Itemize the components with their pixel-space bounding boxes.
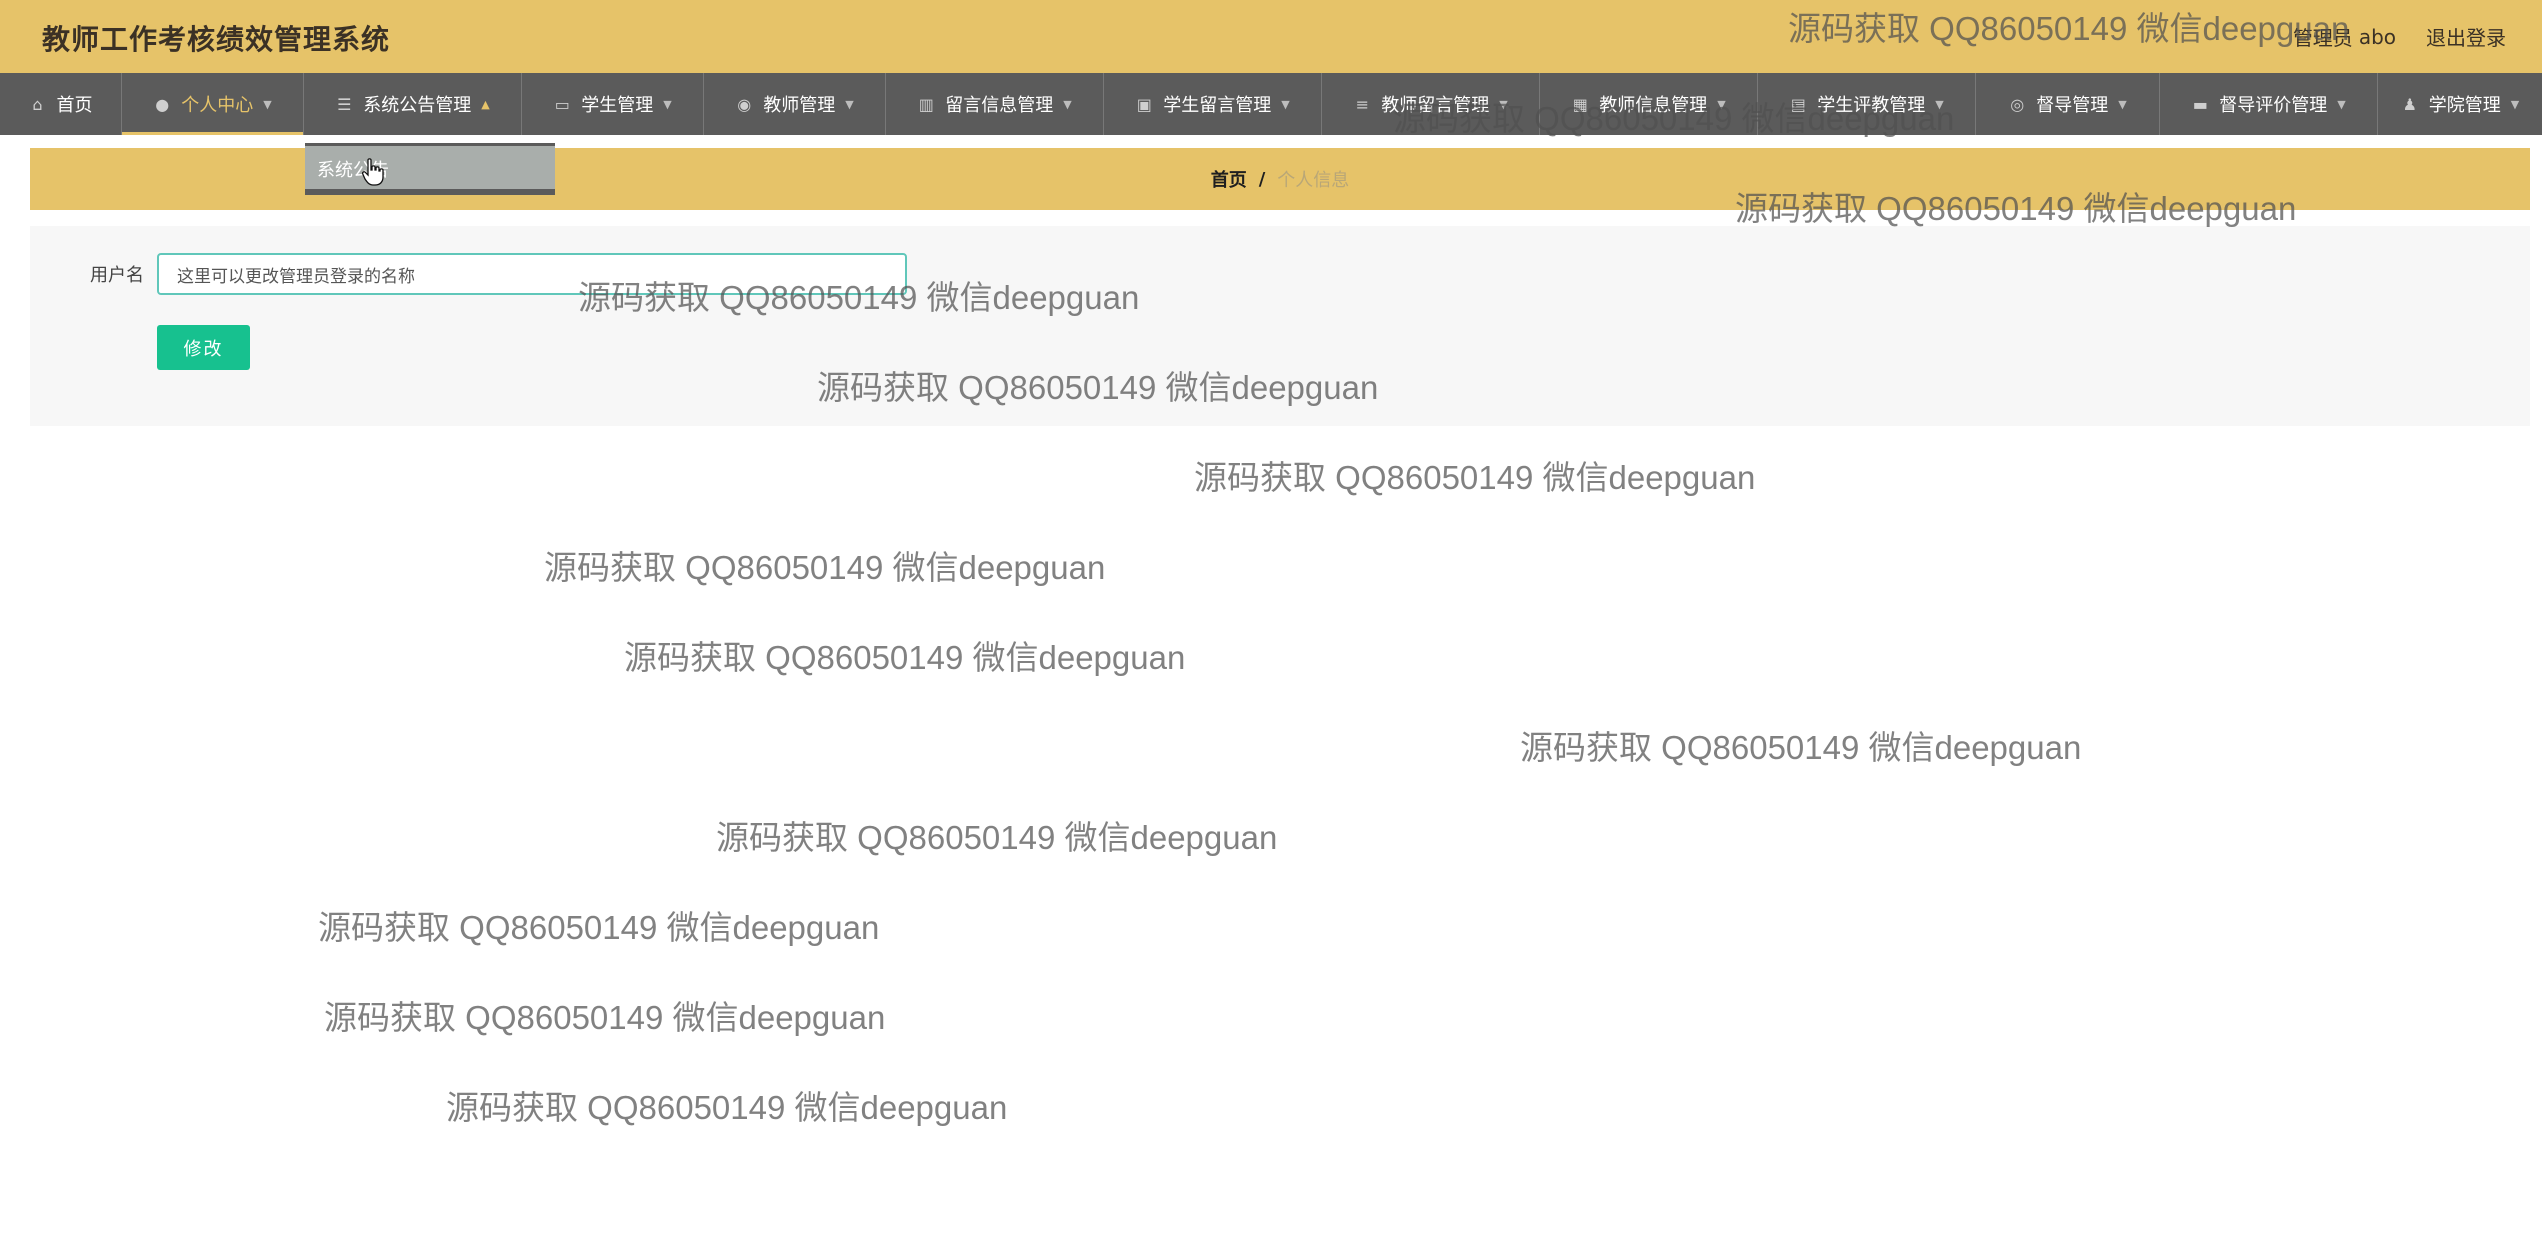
username-label: 用户名 — [90, 265, 144, 286]
watermark-text: 源码获取 QQ86050149 微信deepguan — [716, 819, 1278, 856]
nav-item-label: 教师信息管理 — [1599, 95, 1708, 116]
chevron-down-icon: ▼ — [1717, 97, 1726, 111]
nav-item-student-management[interactable]: ▭ 学生管理 ▼ — [522, 73, 704, 135]
list-icon: ≡ — [1355, 94, 1369, 114]
username: abo — [2358, 24, 2396, 49]
main-nav: ⌂ 首页 ● 个人中心 ▼ ☰ 系统公告管理 ▲ ▭ 学生管理 ▼ ◉ 教师管理… — [0, 73, 2542, 135]
nav-item-college-management[interactable]: ♟ 学院管理 ▼ — [2378, 73, 2542, 135]
username-input[interactable] — [157, 253, 907, 295]
nav-item-label: 学生留言管理 — [1163, 95, 1272, 116]
app-title: 教师工作考核绩效管理系统 — [42, 23, 391, 56]
chat-icon: ▭ — [554, 94, 570, 114]
watermark-text: 源码获取 QQ86050149 微信deepguan — [446, 1089, 1008, 1126]
chevron-down-icon: ▼ — [663, 97, 672, 111]
nav-item-label: 留言信息管理 — [945, 95, 1054, 116]
home-icon: ⌂ — [32, 94, 43, 114]
chevron-down-icon: ▼ — [1499, 97, 1508, 111]
chevron-down-icon: ▼ — [263, 97, 272, 111]
document-icon: ▤ — [1790, 94, 1806, 114]
user-role: 管理员 — [2292, 26, 2353, 50]
breadcrumb-separator: / — [1258, 168, 1266, 190]
nav-item-teacher-info-management[interactable]: ▦ 教师信息管理 ▼ — [1540, 73, 1758, 135]
profile-form-card: 用户名 修改 — [30, 226, 2530, 426]
chevron-down-icon: ▼ — [2510, 97, 2520, 111]
nav-item-label: 首页 — [56, 95, 93, 116]
watermark-text: 源码获取 QQ86050149 微信deepguan — [544, 549, 1106, 586]
nav-item-label: 学院管理 — [2428, 95, 2501, 116]
nav-item-label: 学生评教管理 — [1817, 95, 1926, 116]
nav-item-label: 督导评价管理 — [2219, 95, 2328, 116]
nav-item-label: 教师管理 — [763, 95, 836, 116]
nav-item-student-evaluation-management[interactable]: ▤ 学生评教管理 ▼ — [1758, 73, 1976, 135]
nav-item-label: 个人中心 — [181, 95, 254, 116]
watermark-text: 源码获取 QQ86050149 微信deepguan — [324, 999, 886, 1036]
nav-item-label: 学生管理 — [581, 95, 654, 116]
nav-item-personal-center[interactable]: ● 个人中心 ▼ — [122, 73, 304, 135]
nav-item-supervisor-management[interactable]: ◎ 督导管理 ▼ — [1976, 73, 2160, 135]
watermark-text: 源码获取 QQ86050149 微信deepguan — [624, 639, 1186, 676]
chevron-down-icon: ▼ — [1281, 97, 1290, 111]
grid-icon: ▦ — [1572, 94, 1588, 114]
nav-item-supervisor-evaluation-management[interactable]: ▬ 督导评价管理 ▼ — [2160, 73, 2378, 135]
nav-item-label: 教师留言管理 — [1381, 95, 1490, 116]
wallet-icon: ▬ — [2192, 94, 2208, 114]
nav-item-home[interactable]: ⌂ 首页 — [0, 73, 122, 135]
bar-chart-icon: ▥ — [918, 94, 934, 114]
top-header: 教师工作考核绩效管理系统 管理员 abo 退出登录 — [0, 0, 2542, 73]
user-area: 管理员 abo 退出登录 — [2293, 22, 2506, 51]
chevron-up-icon: ▲ — [481, 97, 490, 111]
watermark-text: 源码获取 QQ86050149 微信deepguan — [1194, 459, 1756, 496]
nav-item-teacher-management[interactable]: ◉ 教师管理 ▼ — [704, 73, 886, 135]
clipboard-icon: ▣ — [1136, 94, 1152, 114]
hand-cursor-icon — [362, 158, 384, 186]
target-icon: ◎ — [2010, 94, 2025, 114]
nav-item-label: 督导管理 — [2036, 95, 2109, 116]
modify-button[interactable]: 修改 — [157, 325, 250, 370]
nav-item-announcement-management[interactable]: ☰ 系统公告管理 ▲ — [304, 73, 522, 135]
breadcrumb-current: 个人信息 — [1277, 170, 1350, 191]
breadcrumb-home[interactable]: 首页 — [1211, 166, 1247, 192]
user-icon: ● — [155, 94, 170, 114]
nav-item-teacher-message-management[interactable]: ≡ 教师留言管理 ▼ — [1322, 73, 1540, 135]
watermark-text: 源码获取 QQ86050149 微信deepguan — [1520, 729, 2082, 766]
person-icon: ♟ — [2402, 94, 2417, 114]
nav-item-label: 系统公告管理 — [363, 95, 472, 116]
location-pin-icon: ◉ — [737, 94, 752, 114]
watermark-text: 源码获取 QQ86050149 微信deepguan — [318, 909, 880, 946]
announcement-dropdown-menu: 系统公告 — [305, 143, 555, 195]
nav-item-message-management[interactable]: ▥ 留言信息管理 ▼ — [886, 73, 1104, 135]
chevron-down-icon: ▼ — [2118, 97, 2127, 111]
chevron-down-icon: ▼ — [1935, 97, 1944, 111]
logout-link[interactable]: 退出登录 — [2426, 22, 2506, 51]
chevron-down-icon: ▼ — [1063, 97, 1072, 111]
chevron-down-icon: ▼ — [2337, 97, 2346, 111]
sliders-icon: ☰ — [337, 94, 352, 114]
nav-item-student-message-management[interactable]: ▣ 学生留言管理 ▼ — [1104, 73, 1322, 135]
chevron-down-icon: ▼ — [845, 97, 854, 111]
